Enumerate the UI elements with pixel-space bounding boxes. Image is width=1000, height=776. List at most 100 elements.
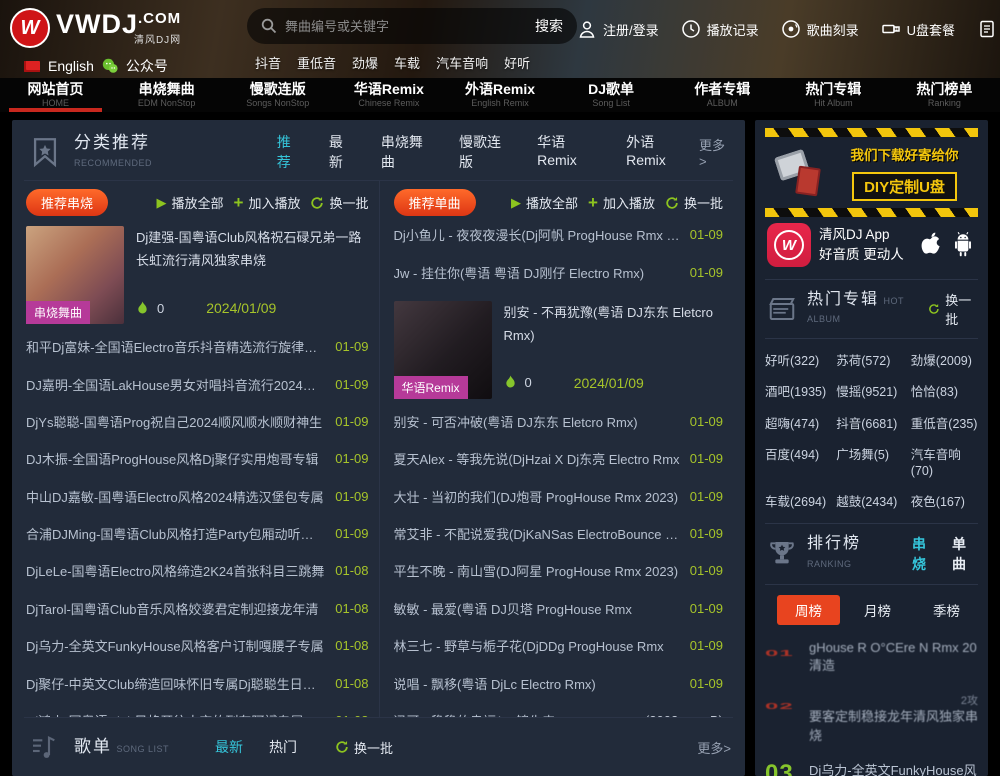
songlist-tab[interactable]: 最新 bbox=[215, 737, 243, 757]
album-tag[interactable]: 好听(322) bbox=[765, 353, 832, 369]
ranking-item[interactable]: 022攻要客定制稳接龙年清风独家串烧 bbox=[765, 684, 978, 754]
songlist-more-link[interactable]: 更多> bbox=[697, 738, 731, 757]
header-link-user[interactable]: 注册/登录 bbox=[577, 19, 659, 39]
featured-mix[interactable]: 串烧舞曲 Dj建强-国粤语Club风格祝石碌兄弟一路长虹流行清风独家串烧 0 2… bbox=[26, 226, 369, 324]
album-tag[interactable]: 抖音(6681) bbox=[836, 416, 907, 432]
recommended-tab[interactable]: 最新 bbox=[329, 132, 355, 172]
nav-item-ranking[interactable]: 热门榜单Ranking bbox=[889, 78, 1000, 112]
songlist-swap-button[interactable]: 换一批 bbox=[335, 738, 393, 757]
featured-single-title[interactable]: 别安 - 不再犹豫(粤语 DJ东东 Eletcro Rmx) bbox=[504, 301, 724, 348]
header-link-order[interactable]: 订单记录 bbox=[977, 19, 1000, 39]
ranking-period-tab[interactable]: 季榜 bbox=[915, 595, 978, 625]
album-tag[interactable]: 车载(2694) bbox=[765, 494, 832, 510]
nav-item-song-list[interactable]: DJ歌单Song List bbox=[556, 78, 667, 112]
ranking-period-tab[interactable]: 周榜 bbox=[777, 595, 840, 625]
nav-item-english-remix[interactable]: 外语RemixEnglish Remix bbox=[444, 78, 555, 112]
songlist-tab[interactable]: 热门 bbox=[269, 737, 297, 757]
album-tag[interactable]: 广场舞(5) bbox=[836, 447, 907, 480]
swap-batch-button[interactable]: 换一批 bbox=[310, 193, 368, 212]
album-tag[interactable]: 酒吧(1935) bbox=[765, 384, 832, 400]
recommended-tab[interactable]: 推荐 bbox=[277, 132, 303, 172]
song-row[interactable]: Dj乌力-全英文FunkyHouse风格客户订制嘎腰子专属01-08 bbox=[26, 627, 369, 664]
song-row[interactable]: Jw - 挂住你(粤语 粤语 DJ刚仔 Electro Rmx)01-09 bbox=[394, 253, 724, 290]
hot-keyword[interactable]: 抖音 bbox=[255, 53, 281, 72]
recommended-tab[interactable]: 串烧舞曲 bbox=[381, 132, 433, 172]
header-link-disc[interactable]: 歌曲刻录 bbox=[781, 19, 859, 39]
album-tag[interactable]: 超嗨(474) bbox=[765, 416, 832, 432]
song-row[interactable]: 敏敏 - 最爱(粤语 DJ贝塔 ProgHouse Rmx01-09 bbox=[394, 590, 724, 627]
song-row[interactable]: 合浦DJMing-国粤语Club风格打造Party包厢动听旋律01-09 bbox=[26, 515, 369, 552]
album-tag[interactable]: 百度(494) bbox=[765, 447, 832, 480]
hot-keyword[interactable]: 好听 bbox=[504, 53, 530, 72]
play-all-button[interactable]: ▶播放全部 bbox=[511, 193, 578, 212]
header-link-clock[interactable]: 播放记录 bbox=[681, 19, 759, 39]
ranking-tab[interactable]: 串烧 bbox=[912, 534, 938, 574]
language-link[interactable]: English bbox=[48, 58, 94, 74]
nav-item-hit-album[interactable]: 热门专辑Hit Album bbox=[778, 78, 889, 112]
search-button[interactable]: 搜索 bbox=[535, 16, 563, 36]
play-all-button[interactable]: ▶播放全部 bbox=[157, 193, 224, 212]
recommended-tab[interactable]: 外语Remix bbox=[626, 132, 689, 172]
song-row[interactable]: 迅哥 - 稳稳的幸福(DJ锦先森 ProgHouse Rmx 2023)(200… bbox=[394, 702, 724, 717]
song-row[interactable]: Dj鸿少-国粤语Club风格开往太空的列车阿斌专属01-08 bbox=[26, 702, 369, 717]
app-promo[interactable]: W 清风DJ App好音质 更动人 bbox=[765, 217, 978, 280]
album-tag[interactable]: 恰恰(83) bbox=[911, 384, 978, 400]
song-row[interactable]: Dj聚仔-中英文Club缔造回味怀旧专属Dj聪聪生日独家01-08 bbox=[26, 664, 369, 701]
ranking-item[interactable]: 03Dj乌力-全英文FunkyHouse风格客户订制嘎腰子专属串烧 bbox=[765, 754, 978, 776]
nav-item-chinese-remix[interactable]: 华语RemixChinese Remix bbox=[333, 78, 444, 112]
album-tag[interactable]: 越鼓(2434) bbox=[836, 494, 907, 510]
featured-mix-title[interactable]: Dj建强-国粤语Club风格祝石碌兄弟一路长虹流行清风独家串烧 bbox=[136, 226, 369, 273]
nav-item-edm-nonstop[interactable]: 串烧舞曲EDM NonStop bbox=[111, 78, 222, 112]
hot-keyword[interactable]: 汽车音响 bbox=[436, 53, 488, 72]
album-tag[interactable]: 汽车音响(70) bbox=[911, 447, 978, 480]
album-tag[interactable]: 劲爆(2009) bbox=[911, 353, 978, 369]
songlist-tabs: 最新 热门 bbox=[215, 737, 297, 757]
nav-item-songs-nonstop[interactable]: 慢歌连版Songs NonStop bbox=[222, 78, 333, 112]
usb-ad-banner[interactable]: 我们下载好寄给你 DIY定制U盘 bbox=[765, 128, 978, 217]
song-row[interactable]: 说唱 - 飘移(粤语 DjLc Electro Rmx)01-09 bbox=[394, 664, 724, 701]
ranking-item[interactable]: 01gHouse R O°CEre N Rmx 20清造 bbox=[765, 631, 978, 685]
header-link-usb[interactable]: U盘套餐 bbox=[881, 19, 955, 39]
apple-icon[interactable] bbox=[918, 231, 944, 259]
android-icon[interactable] bbox=[950, 231, 976, 259]
hot-keyword[interactable]: 车载 bbox=[394, 53, 420, 72]
nav-item-album[interactable]: 作者专辑ALBUM bbox=[667, 78, 778, 112]
nav-item-home[interactable]: 网站首页HOME bbox=[0, 78, 111, 112]
song-row[interactable]: 中山DJ嘉敏-国粤语Electro风格2024精选汉堡包专属01-09 bbox=[26, 478, 369, 515]
search-input[interactable] bbox=[285, 19, 527, 34]
featured-mix-cover[interactable]: 串烧舞曲 bbox=[26, 226, 124, 324]
recommended-tab[interactable]: 慢歌连版 bbox=[459, 132, 511, 172]
album-tag[interactable]: 苏荷(572) bbox=[836, 353, 907, 369]
song-row[interactable]: DjYs聪聪-国粤语Prog祝自己2024顺风顺水顺财神生01-09 bbox=[26, 403, 369, 440]
ranking-tab[interactable]: 单曲 bbox=[952, 534, 978, 574]
song-row[interactable]: DjTarol-国粤语Club音乐风格姣婆君定制迎接龙年清01-08 bbox=[26, 590, 369, 627]
play-count: 0 bbox=[157, 301, 164, 316]
album-tag[interactable]: 慢摇(9521) bbox=[836, 384, 907, 400]
album-tag[interactable]: 夜色(167) bbox=[911, 494, 978, 510]
song-row[interactable]: 夏天Alex - 等我先说(DjHzai X Dj东亮 Electro Rmx0… bbox=[394, 440, 724, 477]
album-tag[interactable]: 重低音(235) bbox=[911, 416, 978, 432]
recommended-tab[interactable]: 华语Remix bbox=[537, 132, 600, 172]
song-row[interactable]: 和平Dj富妹-全国语Electro音乐抖音精选流行旋律清风01-09 bbox=[26, 328, 369, 365]
featured-single[interactable]: 华语Remix 别安 - 不再犹豫(粤语 DJ东东 Eletcro Rmx) 0… bbox=[394, 301, 724, 399]
featured-single-cover[interactable]: 华语Remix bbox=[394, 301, 492, 399]
song-row[interactable]: 别安 - 可否冲破(粤语 DJ东东 Eletcro Rmx)01-09 bbox=[394, 403, 724, 440]
wechat-link[interactable]: 公众号 bbox=[126, 56, 168, 76]
ranking-period-tab[interactable]: 月榜 bbox=[846, 595, 909, 625]
song-row[interactable]: Dj小鱼儿 - 夜夜夜漫长(Dj阿帆 ProgHouse Rmx V201-09 bbox=[394, 216, 724, 253]
song-row[interactable]: 常艾非 - 不配说爱我(DjKaNSas ElectroBounce Rmx01… bbox=[394, 515, 724, 552]
hot-keyword[interactable]: 劲爆 bbox=[352, 53, 378, 72]
site-logo[interactable]: W VWDJ.COM清风DJ网 bbox=[10, 8, 235, 48]
song-row[interactable]: DJ嘉明-全国语LakHouse男女对唱抖音流行2024清吧01-09 bbox=[26, 365, 369, 402]
song-row[interactable]: 大壮 - 当初的我们(DJ炮哥 ProgHouse Rmx 2023)01-09 bbox=[394, 478, 724, 515]
song-row[interactable]: 林三七 - 野草与栀子花(DjDDg ProgHouse Rmx01-09 bbox=[394, 627, 724, 664]
recommended-more-link[interactable]: 更多> bbox=[699, 135, 731, 169]
add-to-queue-button[interactable]: +加入播放 bbox=[234, 193, 301, 213]
song-row[interactable]: 平生不晚 - 南山雪(DJ阿星 ProgHouse Rmx 2023)01-09 bbox=[394, 552, 724, 589]
hot-keyword[interactable]: 重低音 bbox=[297, 53, 336, 72]
song-row[interactable]: DJ木振-全国语ProgHouse风格Dj聚仔实用炮哥专辑01-09 bbox=[26, 440, 369, 477]
swap-batch-button[interactable]: 换一批 bbox=[665, 193, 723, 212]
hot-album-swap-button[interactable]: 换一批 bbox=[928, 290, 978, 328]
song-row[interactable]: DjLeLe-国粤语Electro风格缔造2K24首张科目三跳舞01-08 bbox=[26, 552, 369, 589]
add-to-queue-button[interactable]: +加入播放 bbox=[588, 193, 655, 213]
